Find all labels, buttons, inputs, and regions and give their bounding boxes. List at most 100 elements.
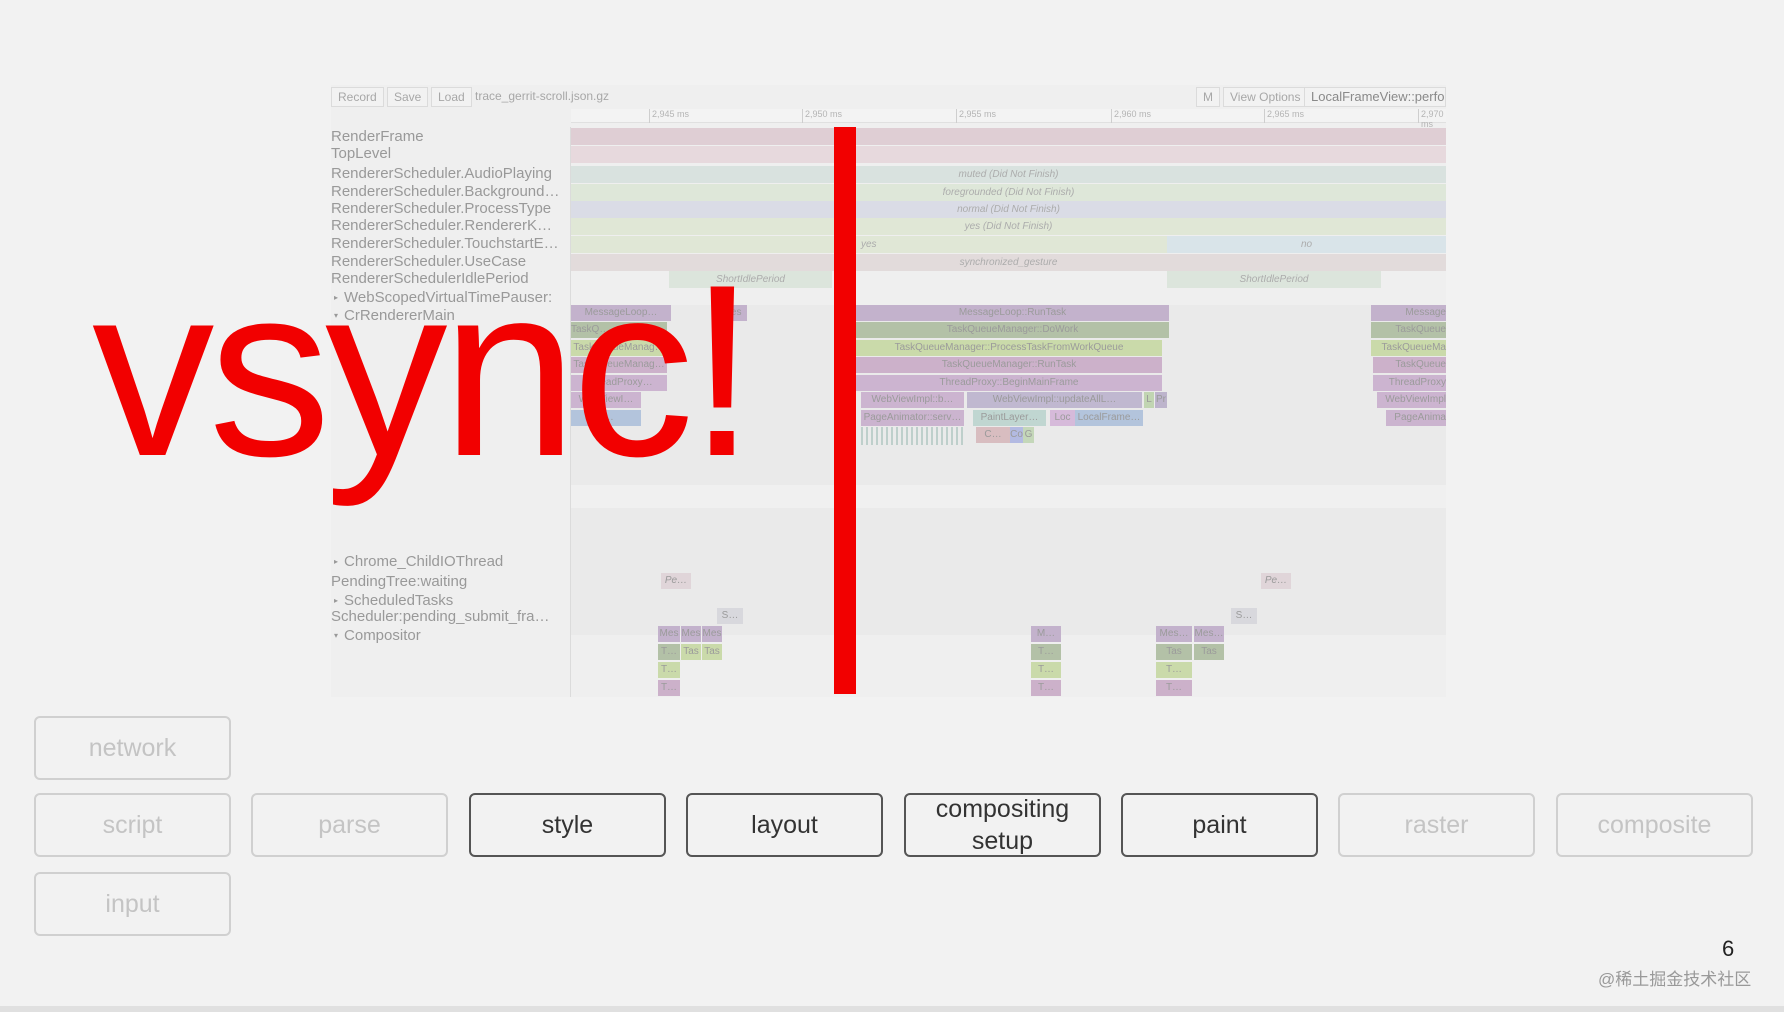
- track-label: RendererScheduler.RendererK…: [331, 217, 552, 234]
- flame-bar[interactable]: PageAnima: [1386, 410, 1446, 426]
- flame-bar[interactable]: PaintLayer…: [973, 410, 1046, 426]
- stage-layout-button[interactable]: layout: [686, 793, 883, 857]
- track-expander[interactable]: ▸ Chrome_ChildIOThread: [331, 553, 503, 570]
- flame-bar[interactable]: Tas: [681, 644, 701, 660]
- track-label: TopLevel: [331, 145, 392, 162]
- track-process: normal (Did Not Finish): [571, 201, 1446, 218]
- flame-bar[interactable]: Mes…: [1156, 626, 1192, 642]
- flame-bar[interactable]: Mes: [681, 626, 701, 642]
- flame-bar[interactable]: Loc: [1050, 410, 1075, 426]
- ruler-tick: 2,955 ms: [956, 109, 996, 123]
- flame-bar[interactable]: T…: [1031, 644, 1061, 660]
- page-number: 6: [1722, 936, 1735, 961]
- flame-bar[interactable]: M…: [1031, 626, 1061, 642]
- touch-no: no: [1300, 239, 1313, 250]
- track-label: RenderFrame: [331, 128, 424, 145]
- flame-bar[interactable]: ThreadProxy: [1373, 375, 1446, 391]
- track-label: RendererScheduler.Background…: [331, 183, 560, 200]
- flame-bar[interactable]: Tas: [1194, 644, 1224, 660]
- track-toplevel: [571, 146, 1446, 163]
- track-background: foregrounded (Did Not Finish): [571, 184, 1446, 201]
- ruler-tick: 2,960 ms: [1111, 109, 1151, 123]
- load-button[interactable]: Load: [431, 87, 472, 107]
- flame-bar[interactable]: C…: [976, 427, 1010, 443]
- flame-bar[interactable]: TaskQueueManager::ProcessTaskFromWorkQue…: [856, 340, 1162, 356]
- ruler-tick: 2,950 ms: [802, 109, 842, 123]
- flame-bar[interactable]: TaskQueueMa: [1371, 340, 1446, 356]
- flame-bar[interactable]: Pe…: [661, 573, 691, 589]
- flame-bar[interactable]: L: [1144, 392, 1154, 408]
- stage-parse-button[interactable]: parse: [251, 793, 448, 857]
- time-ruler: 2,945 ms 2,950 ms 2,955 ms 2,960 ms 2,96…: [571, 109, 1446, 129]
- flame-bar[interactable]: T…: [658, 680, 680, 696]
- flame-bar[interactable]: T…: [1031, 680, 1061, 696]
- flame-bar[interactable]: MessageLoop::RunTask: [856, 305, 1169, 321]
- flame-bar[interactable]: Message: [1371, 305, 1446, 321]
- m-button[interactable]: M: [1196, 87, 1220, 107]
- flame-bar[interactable]: WebViewImpl: [1377, 392, 1446, 408]
- watermark: @稀土掘金技术社区: [1598, 970, 1752, 989]
- stage-script-button[interactable]: script: [34, 793, 231, 857]
- flame-bar[interactable]: G: [1023, 427, 1034, 443]
- stage-style-button[interactable]: style: [469, 793, 666, 857]
- flame-bar[interactable]: WebViewImpl::b…: [861, 392, 964, 408]
- flame-bar[interactable]: Co: [1010, 427, 1023, 443]
- flame-bar[interactable]: TaskQueue: [1371, 322, 1446, 338]
- track-label: PendingTree:waiting: [331, 573, 468, 590]
- flame-bar[interactable]: Mes…: [1194, 626, 1224, 642]
- flame-bar[interactable]: Pr: [1155, 392, 1167, 408]
- ruler-tick: 2,945 ms: [649, 109, 689, 123]
- save-button[interactable]: Save: [387, 87, 429, 107]
- track-expander[interactable]: ▾ Compositor: [331, 627, 421, 644]
- record-button[interactable]: Record: [331, 87, 384, 107]
- flame-bar[interactable]: T…: [658, 662, 680, 678]
- stage-input-button[interactable]: input: [34, 872, 231, 936]
- track-label: Scheduler:pending_submit_fra…: [331, 608, 550, 625]
- triangle-down-icon: ▾: [334, 631, 339, 640]
- track-label: RendererScheduler.AudioPlaying: [331, 165, 552, 182]
- touch-yes: yes: [861, 239, 877, 250]
- stage-paint-button[interactable]: paint: [1121, 793, 1318, 857]
- flame-bar[interactable]: LocalFrame…: [1075, 410, 1143, 426]
- stage-composite-button[interactable]: composite: [1556, 793, 1753, 857]
- track-label: Chrome_ChildIOThread: [344, 553, 504, 570]
- vsync-marker-line: [834, 127, 856, 694]
- flame-bar[interactable]: T…: [658, 644, 680, 660]
- flame-bar[interactable]: TaskQueueManager::RunTask: [856, 357, 1162, 373]
- flame-bar[interactable]: ThreadProxy::BeginMainFrame: [856, 375, 1162, 391]
- stage-raster-button[interactable]: raster: [1338, 793, 1535, 857]
- track-audio: muted (Did Not Finish): [571, 166, 1446, 183]
- flame-bar[interactable]: TaskQueue: [1373, 357, 1446, 373]
- trace-filename: trace_gerrit-scroll.json.gz: [475, 89, 610, 103]
- track-label: Compositor: [344, 627, 421, 644]
- stage-network-button[interactable]: network: [34, 716, 231, 780]
- flame-slivers: [861, 427, 964, 445]
- flame-bar[interactable]: Tas: [1156, 644, 1192, 660]
- track-renderframe: [571, 128, 1446, 145]
- triangle-right-icon: ▸: [334, 596, 339, 605]
- flame-bar[interactable]: T…: [1156, 680, 1192, 696]
- ruler-tick: 2,970 ms: [1418, 109, 1446, 129]
- track-label: RendererScheduler.ProcessType: [331, 200, 552, 217]
- idle-period: ShortIdlePeriod: [1167, 271, 1381, 288]
- flame-bar[interactable]: S…: [717, 608, 743, 624]
- flame-bar[interactable]: TaskQueueManager::DoWork: [856, 322, 1169, 338]
- triangle-right-icon: ▸: [334, 557, 339, 566]
- flame-bar[interactable]: Pe…: [1261, 573, 1291, 589]
- view-options-button[interactable]: View Options: [1223, 87, 1308, 107]
- ruler-tick: 2,965 ms: [1264, 109, 1304, 123]
- flame-bar[interactable]: T…: [1156, 662, 1192, 678]
- flame-bar[interactable]: T…: [1031, 662, 1061, 678]
- flame-bar[interactable]: Tas: [702, 644, 722, 660]
- track-label: ScheduledTasks: [344, 592, 454, 609]
- flame-bar[interactable]: WebViewImpl::updateAllL…: [967, 392, 1142, 408]
- flame-bar[interactable]: Mes: [702, 626, 722, 642]
- flame-bar[interactable]: PageAnimator::serv…: [861, 410, 964, 426]
- vsync-annotation: vsync!: [92, 233, 756, 507]
- track-expander[interactable]: ▸ ScheduledTasks: [331, 592, 453, 609]
- touch-no-segment: no: [1167, 236, 1446, 253]
- stage-compositing-setup-button[interactable]: compositing setup: [904, 793, 1101, 857]
- search-input[interactable]: LocalFrameView::perform: [1304, 87, 1446, 107]
- flame-bar[interactable]: S…: [1231, 608, 1257, 624]
- flame-bar[interactable]: Mes: [658, 626, 680, 642]
